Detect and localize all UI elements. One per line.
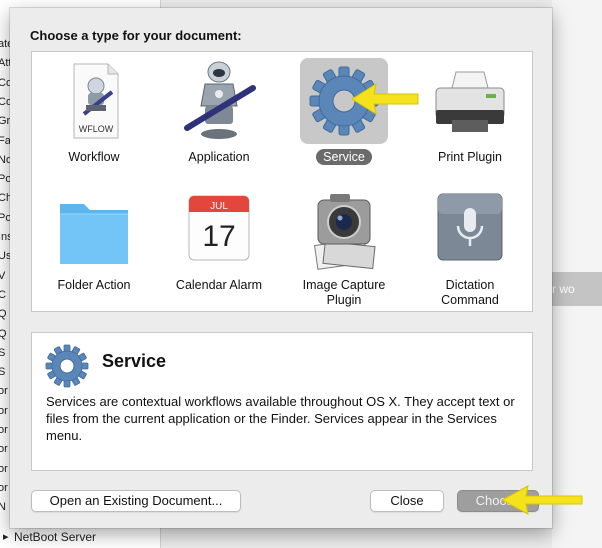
automator-robot-icon xyxy=(175,58,263,144)
background-list-item[interactable]: or xyxy=(0,482,8,495)
folder-icon xyxy=(50,186,138,272)
background-list-item[interactable]: S xyxy=(0,366,5,379)
background-list-item[interactable]: or xyxy=(0,463,8,476)
description-title: Service xyxy=(102,351,167,371)
calendar-month: JUL xyxy=(210,201,228,212)
netboot-icon: ▸ xyxy=(3,531,9,543)
open-existing-document-button[interactable]: Open an Existing Document... xyxy=(31,490,241,512)
type-label: Application xyxy=(188,150,250,164)
background-right-strip: r wo xyxy=(552,272,602,306)
sidebar-item-label: NetBoot Server xyxy=(14,530,97,544)
annotation-arrow-service xyxy=(352,82,419,116)
type-label: Dictation Command xyxy=(441,278,499,307)
background-list-item[interactable]: or xyxy=(0,405,8,418)
calendar-day: 17 xyxy=(202,220,235,253)
description-panel: Service Services are contextual workflow… xyxy=(31,332,533,471)
sheet-title: Choose a type for your document: xyxy=(30,28,242,43)
background-list-item[interactable]: Q xyxy=(0,328,7,341)
camera-icon xyxy=(300,186,388,272)
doc-tag: WFLOW xyxy=(79,124,114,134)
microphone-icon xyxy=(426,186,514,272)
document-type-sheet: Choose a type for your document: WFLOW W… xyxy=(10,8,552,528)
printer-icon xyxy=(426,58,514,144)
background-list-item[interactable]: or xyxy=(0,385,8,398)
sidebar-item-netboot-server[interactable]: ▸ NetBoot Server xyxy=(0,526,160,548)
document-type-grid: WFLOW Workflow Application Service Print… xyxy=(31,51,533,312)
gear-icon xyxy=(42,341,92,391)
background-list-item[interactable]: S xyxy=(0,347,5,360)
type-label: Folder Action xyxy=(57,278,131,292)
close-button[interactable]: Close xyxy=(370,490,444,512)
background-list-item[interactable]: V xyxy=(0,270,5,283)
background-list-item[interactable]: Q xyxy=(0,308,7,321)
description-text: Services are contextual workflows availa… xyxy=(46,394,515,443)
type-label: Workflow xyxy=(68,150,120,164)
type-label: Image Capture Plugin xyxy=(302,278,386,307)
background-list-item[interactable]: C xyxy=(0,289,6,302)
wflow-document-icon: WFLOW xyxy=(50,58,138,144)
calendar-icon: JUL 17 xyxy=(175,186,263,272)
background-list-item[interactable]: or xyxy=(0,424,8,437)
type-label: Service xyxy=(284,149,404,165)
background-list-item[interactable]: N xyxy=(0,501,6,514)
annotation-arrow-choose xyxy=(502,485,583,515)
background-right-text: r wo xyxy=(552,282,575,296)
type-label: Calendar Alarm xyxy=(175,278,263,292)
type-label: Print Plugin xyxy=(438,150,502,164)
background-list-item[interactable]: or xyxy=(0,443,8,456)
